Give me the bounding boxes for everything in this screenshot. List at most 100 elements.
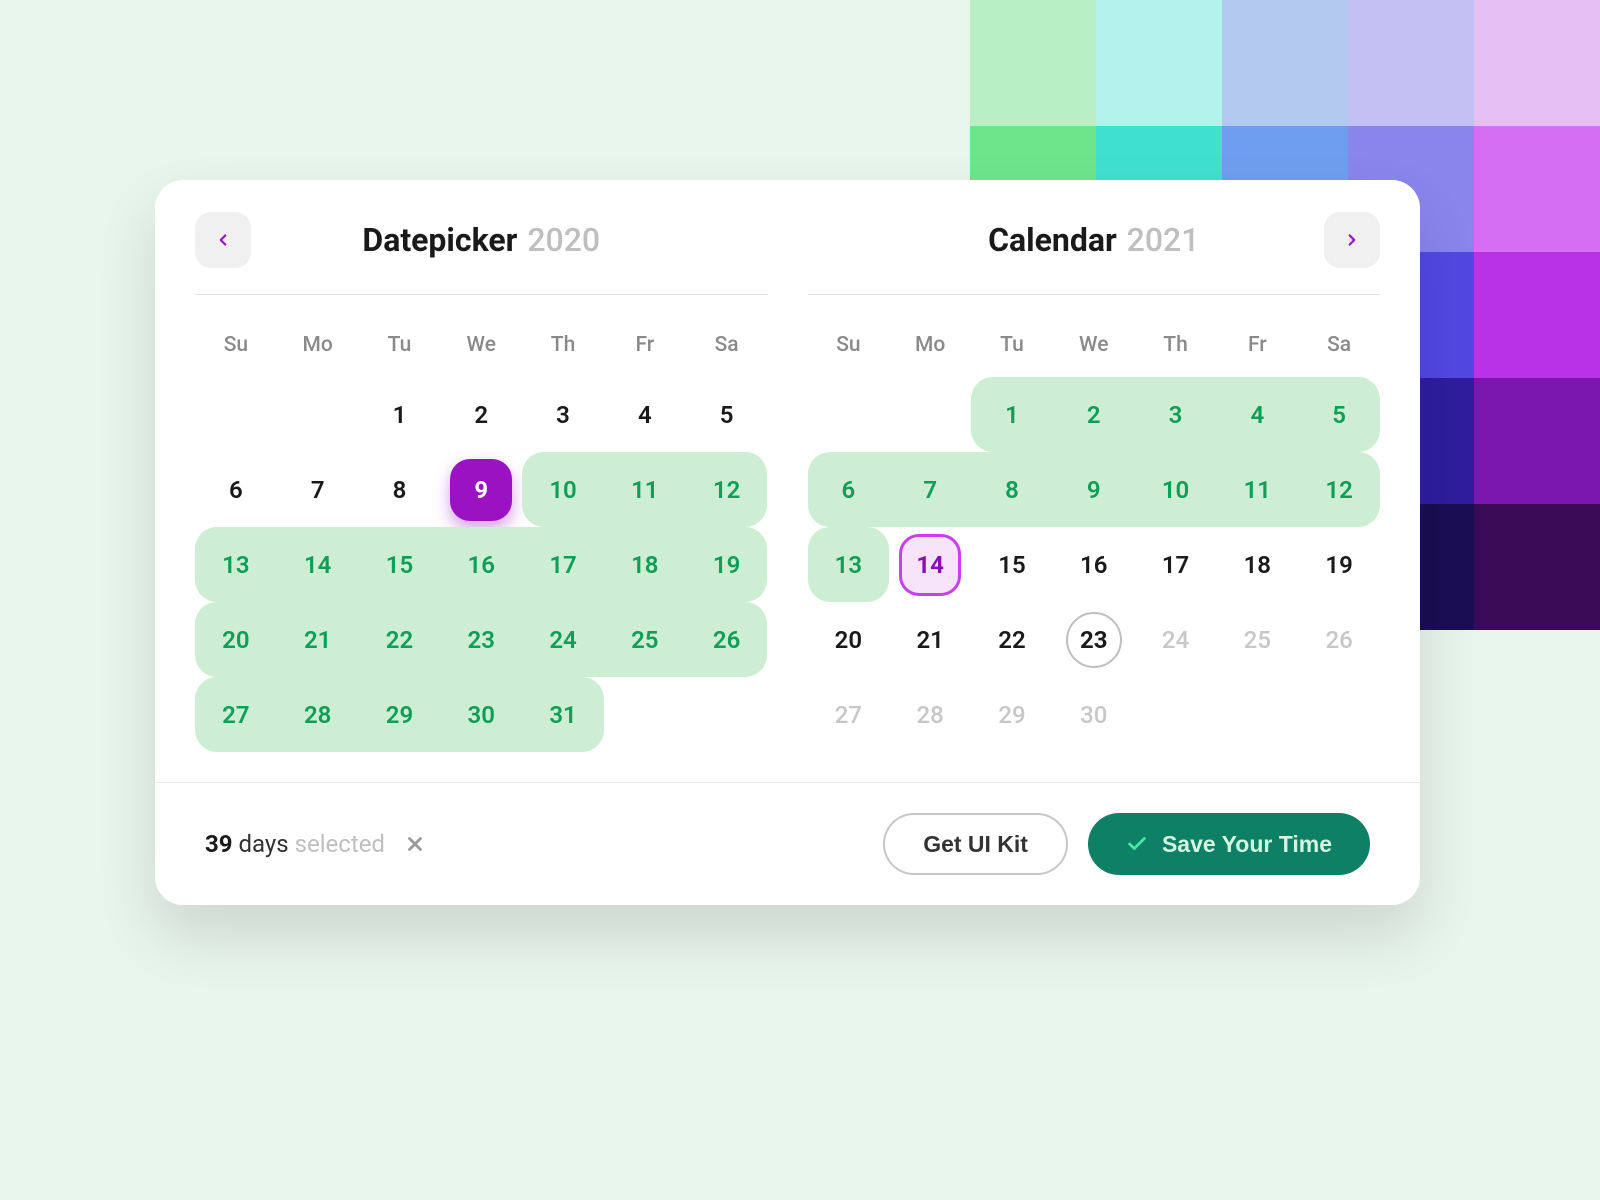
day-cell[interactable]: 8 — [359, 452, 441, 527]
day-cell[interactable]: 8 — [971, 452, 1053, 527]
save-button-label: Save Your Time — [1162, 831, 1332, 858]
day-cell[interactable]: 30 — [1053, 677, 1135, 752]
day-cell[interactable]: 14 — [277, 527, 359, 602]
month-header-left: Datepicker 2020 — [195, 215, 768, 295]
day-cell[interactable]: 17 — [1135, 527, 1217, 602]
day-cell[interactable]: 22 — [359, 602, 441, 677]
day-cell[interactable]: 28 — [277, 677, 359, 752]
day-cell[interactable]: 20 — [195, 602, 277, 677]
day-cell[interactable]: 7 — [277, 452, 359, 527]
next-month-button[interactable] — [1324, 212, 1380, 268]
prev-month-button[interactable] — [195, 212, 251, 268]
day-blank — [195, 377, 277, 452]
day-cell[interactable]: 18 — [604, 527, 686, 602]
day-cell[interactable]: 1 — [359, 377, 441, 452]
day-cell[interactable]: 9 — [1053, 452, 1135, 527]
day-cell[interactable]: 21 — [889, 602, 971, 677]
weekday-label: Sa — [686, 323, 768, 367]
day-cell[interactable]: 24 — [1135, 602, 1217, 677]
day-cell[interactable]: 31 — [522, 677, 604, 752]
month-header-right: Calendar 2021 — [808, 215, 1381, 295]
day-cell[interactable]: 15 — [971, 527, 1053, 602]
day-cell[interactable]: 4 — [604, 377, 686, 452]
palette-swatch — [1474, 378, 1600, 504]
day-cell[interactable]: 16 — [1053, 527, 1135, 602]
day-cell[interactable]: 5 — [1298, 377, 1380, 452]
selection-days-word: days — [239, 830, 289, 858]
day-cell[interactable]: 22 — [971, 602, 1053, 677]
palette-swatch — [970, 0, 1096, 126]
selection-count: 39 — [205, 830, 233, 858]
month-right: Calendar 2021 SuMoTuWeThFrSa 12345678910… — [808, 215, 1381, 752]
get-ui-kit-button[interactable]: Get UI Kit — [883, 813, 1068, 875]
day-blank — [889, 377, 971, 452]
day-cell[interactable]: 13 — [195, 527, 277, 602]
weekday-label: Tu — [971, 323, 1053, 367]
day-cell[interactable]: 11 — [1216, 452, 1298, 527]
day-cell[interactable]: 7 — [889, 452, 971, 527]
weekday-row-right: SuMoTuWeThFrSa — [808, 323, 1381, 367]
day-cell[interactable]: 10 — [522, 452, 604, 527]
day-cell[interactable]: 27 — [195, 677, 277, 752]
day-cell[interactable]: 20 — [808, 602, 890, 677]
selection-selected-word: selected — [295, 830, 385, 858]
close-icon — [404, 833, 426, 855]
day-cell[interactable]: 6 — [808, 452, 890, 527]
day-cell[interactable]: 5 — [686, 377, 768, 452]
palette-swatch — [1222, 0, 1348, 126]
day-cell[interactable]: 19 — [1298, 527, 1380, 602]
weekday-label: Th — [1135, 323, 1217, 367]
day-cell[interactable]: 1 — [971, 377, 1053, 452]
day-blank — [277, 377, 359, 452]
day-cell[interactable]: 30 — [440, 677, 522, 752]
weekday-label: Fr — [604, 323, 686, 367]
palette-swatch — [1348, 0, 1474, 126]
day-cell[interactable]: 25 — [1216, 602, 1298, 677]
day-cell[interactable]: 18 — [1216, 527, 1298, 602]
day-cell[interactable]: 12 — [1298, 452, 1380, 527]
month-title-left: Datepicker — [362, 221, 517, 259]
day-cell[interactable]: 15 — [359, 527, 441, 602]
weekday-label: Th — [522, 323, 604, 367]
day-cell[interactable]: 23 — [1053, 602, 1135, 677]
day-cell[interactable]: 24 — [522, 602, 604, 677]
chevron-right-icon — [1343, 231, 1361, 249]
weekday-label: Mo — [889, 323, 971, 367]
weekday-label: Sa — [1298, 323, 1380, 367]
day-cell[interactable]: 11 — [604, 452, 686, 527]
weekday-row-left: SuMoTuWeThFrSa — [195, 323, 768, 367]
day-cell[interactable]: 28 — [889, 677, 971, 752]
weekday-label: We — [440, 323, 522, 367]
day-cell[interactable]: 26 — [1298, 602, 1380, 677]
day-cell[interactable]: 25 — [604, 602, 686, 677]
day-cell[interactable]: 13 — [808, 527, 890, 602]
save-button[interactable]: Save Your Time — [1088, 813, 1370, 875]
day-cell[interactable]: 26 — [686, 602, 768, 677]
datepicker-card: Datepicker 2020 SuMoTuWeThFrSa 123456789… — [155, 180, 1420, 905]
day-cell[interactable]: 12 — [686, 452, 768, 527]
days-grid-right: 1234567891011121314151617181920212223242… — [808, 377, 1381, 752]
day-cell[interactable]: 29 — [971, 677, 1053, 752]
day-cell[interactable]: 19 — [686, 527, 768, 602]
day-cell[interactable]: 29 — [359, 677, 441, 752]
day-cell[interactable]: 16 — [440, 527, 522, 602]
day-cell[interactable]: 4 — [1216, 377, 1298, 452]
clear-selection-button[interactable] — [401, 830, 429, 858]
day-cell[interactable]: 10 — [1135, 452, 1217, 527]
day-blank — [808, 377, 890, 452]
month-title-right: Calendar — [988, 221, 1117, 259]
day-cell[interactable]: 9 — [440, 452, 522, 527]
day-cell[interactable]: 21 — [277, 602, 359, 677]
day-cell[interactable]: 27 — [808, 677, 890, 752]
day-cell[interactable]: 17 — [522, 527, 604, 602]
palette-swatch — [1474, 0, 1600, 126]
day-cell[interactable]: 6 — [195, 452, 277, 527]
day-cell[interactable]: 3 — [1135, 377, 1217, 452]
day-cell[interactable]: 2 — [1053, 377, 1135, 452]
day-cell[interactable]: 23 — [440, 602, 522, 677]
day-cell[interactable]: 3 — [522, 377, 604, 452]
day-cell[interactable]: 14 — [889, 527, 971, 602]
palette-swatch — [1474, 252, 1600, 378]
days-grid-left: 1234567891011121314151617181920212223242… — [195, 377, 768, 752]
day-cell[interactable]: 2 — [440, 377, 522, 452]
